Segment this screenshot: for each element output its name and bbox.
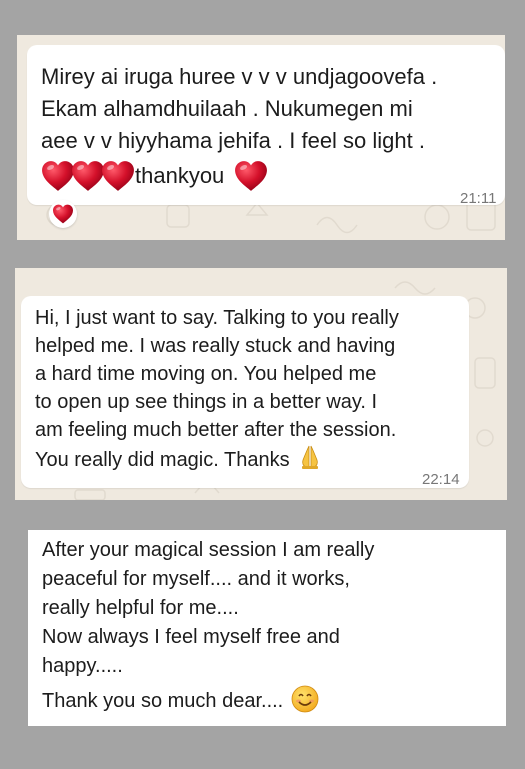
message-line-with-emoji: You really did magic. Thanks bbox=[35, 444, 469, 474]
heart-icon bbox=[41, 160, 75, 192]
heart-icon bbox=[52, 204, 74, 224]
heart-icon bbox=[71, 160, 105, 192]
message-line: a hard time moving on. You helped me bbox=[35, 363, 377, 385]
hearts-line: thankyou bbox=[41, 159, 505, 192]
message-line: to open up see things in a better way. I bbox=[35, 391, 378, 413]
note-line: happy..... bbox=[42, 655, 123, 677]
message-line: Ekam alhamdhuilaah . Nukumegen mi bbox=[41, 96, 413, 121]
chat-screenshot-2: Hi, I just want to say. Talking to you r… bbox=[15, 268, 507, 500]
note-screenshot-3: After your magical session I am really p… bbox=[28, 530, 506, 726]
note-line: really helpful for me.... bbox=[42, 597, 239, 619]
message-bubble-2[interactable]: Hi, I just want to say. Talking to you r… bbox=[21, 296, 469, 488]
heart-icon bbox=[101, 160, 135, 192]
reaction-badge[interactable] bbox=[49, 200, 77, 228]
note-line: Now always I feel myself free and bbox=[42, 626, 340, 648]
heart-icon bbox=[234, 160, 268, 192]
message-timestamp: 21:11 bbox=[460, 190, 497, 207]
note-line-with-emoji: Thank you so much dear.... bbox=[42, 685, 374, 716]
note-line: Thank you so much dear.... bbox=[42, 690, 284, 712]
message-line: Mirey ai iruga huree v v v undjagoovefa … bbox=[41, 64, 438, 89]
message-bubble-1[interactable]: Mirey ai iruga huree v v v undjagoovefa … bbox=[27, 45, 505, 207]
message-timestamp: 22:14 bbox=[422, 471, 460, 488]
message-line: You really did magic. Thanks bbox=[35, 449, 290, 471]
folded-hands-icon bbox=[302, 445, 319, 469]
note-line: peaceful for myself.... and it works, bbox=[42, 568, 350, 590]
thankyou-text: thankyou bbox=[135, 163, 225, 189]
note-line: After your magical session I am really bbox=[42, 539, 375, 561]
chat-screenshot-1: Mirey ai iruga huree v v v undjagoovefa … bbox=[17, 35, 505, 240]
message-line: Hi, I just want to say. Talking to you r… bbox=[35, 307, 399, 329]
message-line: am feeling much better after the session… bbox=[35, 419, 397, 441]
note-text: After your magical session I am really p… bbox=[42, 536, 374, 716]
message-line: aee v v hiyyhama jehifa . I feel so ligh… bbox=[41, 128, 425, 153]
smiling-face-icon bbox=[291, 685, 319, 713]
message-line: helped me. I was really stuck and having bbox=[35, 335, 396, 357]
